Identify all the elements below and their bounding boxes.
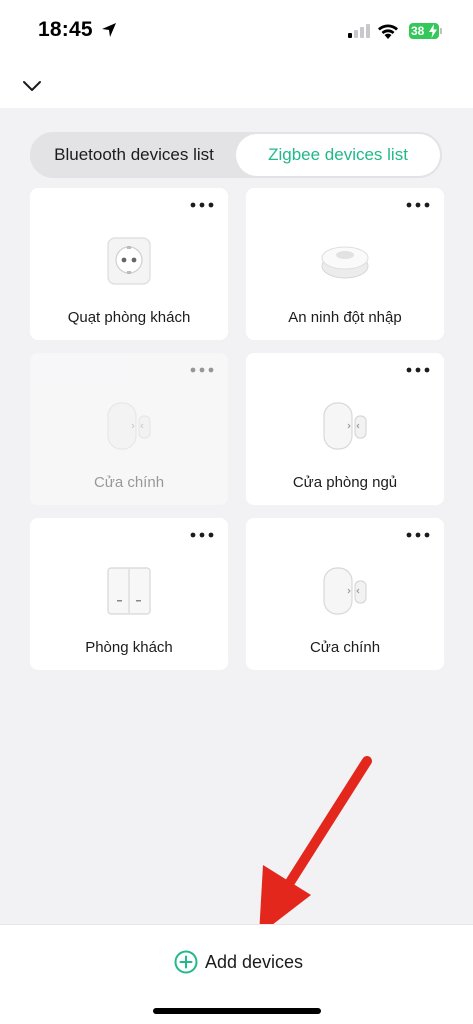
wifi-icon [378,24,398,39]
door-sensor-icon [107,402,151,450]
battery-level: 38 [411,24,425,38]
device-card[interactable]: Quạt phòng khách [30,188,228,340]
red-arrow-annotation [259,756,372,935]
device-card[interactable]: Phòng khách [30,518,228,670]
device-card[interactable]: An ninh đột nhập [246,188,444,340]
more-options-icon[interactable] [406,532,430,538]
more-options-icon[interactable] [406,202,430,208]
add-devices-label: Add devices [205,951,304,972]
tab-zigbee-devices[interactable]: Zigbee devices list [236,134,440,176]
bolt-icon [429,24,437,38]
device-card[interactable]: Cửa phòng ngủ [246,353,444,505]
location-arrow-icon [102,23,116,37]
more-options-icon[interactable] [190,202,214,208]
device-list-tabs: Bluetooth devices list Zigbee devices li… [30,132,442,178]
more-options-icon[interactable] [190,532,214,538]
smart-plug-icon [107,237,151,285]
battery-cap [440,28,442,34]
add-devices-button[interactable]: Add devices [174,948,303,976]
tab-bluetooth-devices[interactable]: Bluetooth devices list [32,134,236,176]
plus-circle-icon [174,950,198,974]
bottom-bar: Add devices [0,924,473,1024]
device-name: Cửa phòng ngủ [292,474,398,491]
device-card[interactable]: Cửa chính [246,518,444,670]
wall-switch-icon [107,567,151,615]
more-options-icon[interactable] [190,367,214,373]
device-name: Cửa chính [309,639,381,656]
motion-sensor-icon [321,246,369,279]
door-sensor-icon [323,567,367,615]
cellular-signal-icon [348,24,370,38]
status-bar: 18:45 38 [0,0,473,62]
header [0,62,473,108]
main-area: Bluetooth devices list Zigbee devices li… [0,108,473,924]
device-name: An ninh đột nhập [288,309,402,326]
chevron-down-icon[interactable] [22,80,42,92]
device-name: Quạt phòng khách [67,309,191,326]
door-sensor-icon [323,402,367,450]
more-options-icon[interactable] [406,367,430,373]
device-name: Cửa chính [93,474,165,491]
battery-charging-icon: 38 [409,23,439,39]
device-name: Phòng khách [85,639,173,656]
status-time: 18:45 [38,18,93,41]
device-card[interactable]: Cửa chính [30,353,228,505]
home-indicator [153,1008,321,1014]
